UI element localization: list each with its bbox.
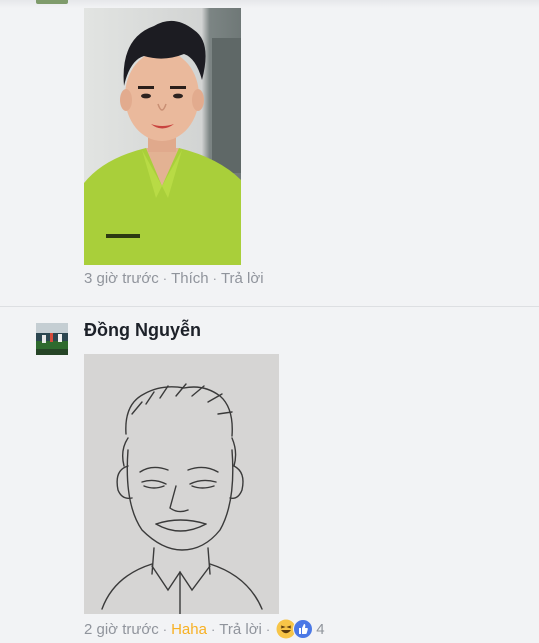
separator-dot: · [162, 621, 168, 637]
comment-author[interactable]: Đồng Nguyễn [84, 320, 201, 341]
comment-meta: 3 giờ trước · Thích · Trả lời [84, 270, 264, 287]
reaction-summary[interactable]: 4 [276, 619, 325, 639]
separator-dot: · [210, 621, 216, 637]
comment-item: 3 giờ trước · Thích · Trả lời [0, 0, 539, 306]
comment-item: Đồng Nguyễn 2 giờ trước · Haha · Trả lời… [0, 307, 539, 642]
reply-link[interactable]: Trả lời [219, 621, 262, 638]
comment-time[interactable]: 2 giờ trước [84, 621, 159, 638]
comment-meta: 2 giờ trước · Haha · Trả lời · 4 [84, 619, 325, 639]
selfie-photo [84, 8, 241, 265]
separator-dot: · [212, 271, 217, 286]
like-icon [293, 619, 314, 639]
caricature-sketch [84, 354, 279, 614]
comment-photo[interactable] [84, 8, 241, 265]
reaction-count: 4 [316, 620, 325, 638]
reply-link[interactable]: Trả lời [221, 270, 264, 287]
separator-dot: · [265, 621, 271, 637]
comment-time[interactable]: 3 giờ trước [84, 270, 159, 287]
separator-dot: · [162, 271, 168, 286]
avatar[interactable] [36, 323, 68, 355]
avatar-image [36, 323, 68, 355]
haha-reaction-link[interactable]: Haha [171, 621, 207, 638]
like-link[interactable]: Thích [171, 270, 209, 287]
comment-photo[interactable] [84, 354, 279, 614]
